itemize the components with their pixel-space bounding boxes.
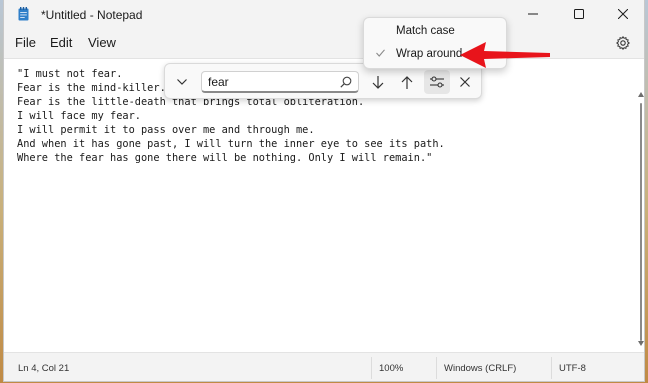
checkmark-icon (376, 49, 385, 57)
text-line: Fear is the mind-killer. (17, 82, 166, 94)
option-label: Wrap around (396, 48, 463, 60)
status-divider (551, 357, 552, 379)
title-bar[interactable]: *Untitled - Notepad (4, 0, 644, 28)
maximize-icon (574, 9, 584, 19)
scroll-up-icon[interactable] (638, 92, 644, 97)
line-endings: Windows (CRLF) (444, 363, 517, 374)
expand-replace-button[interactable] (169, 70, 195, 94)
scroll-down-icon[interactable] (638, 341, 644, 346)
notepad-icon (18, 7, 29, 21)
zoom-level: 100% (379, 363, 404, 374)
sliders-icon (430, 76, 444, 88)
arrow-down-icon (372, 75, 384, 89)
encoding: UTF-8 (559, 363, 586, 374)
minimize-button[interactable] (510, 0, 556, 28)
menu-file[interactable]: File (15, 35, 36, 50)
find-input[interactable] (208, 74, 334, 90)
maximize-button[interactable] (556, 0, 602, 28)
close-icon (618, 9, 628, 19)
status-divider (371, 357, 372, 379)
text-line: "I must not fear. (17, 68, 123, 80)
find-previous-button[interactable] (394, 70, 420, 94)
search-icon[interactable] (340, 76, 352, 88)
close-icon (460, 77, 470, 87)
menu-edit[interactable]: Edit (50, 35, 72, 50)
find-options-button[interactable] (424, 70, 450, 94)
close-find-button[interactable] (452, 70, 478, 94)
vertical-scrollbar[interactable] (640, 103, 642, 341)
text-line: Where the fear has gone there will be no… (17, 152, 433, 164)
find-next-button[interactable] (365, 70, 391, 94)
status-divider (436, 357, 437, 379)
minimize-icon (528, 13, 538, 15)
red-arrow-icon (460, 42, 550, 68)
find-field[interactable] (201, 71, 359, 93)
gear-icon (616, 36, 630, 50)
option-label: Match case (396, 25, 455, 37)
text-line: And when it has gone past, I will turn t… (17, 138, 445, 150)
arrow-up-icon (401, 75, 413, 89)
text-editor[interactable]: "I must not fear. Fear is the mind-kille… (4, 58, 644, 352)
window-title: *Untitled - Notepad (41, 8, 143, 22)
settings-button[interactable] (614, 34, 632, 52)
status-bar: Ln 4, Col 21 100% Windows (CRLF) UTF-8 (4, 352, 644, 381)
chevron-down-icon (177, 79, 187, 85)
text-line: I will face my fear. (17, 110, 141, 122)
text-line: I will permit it to pass over me and thr… (17, 124, 315, 136)
cursor-position: Ln 4, Col 21 (18, 363, 70, 374)
close-button[interactable] (600, 0, 644, 28)
menu-view[interactable]: View (88, 35, 116, 50)
